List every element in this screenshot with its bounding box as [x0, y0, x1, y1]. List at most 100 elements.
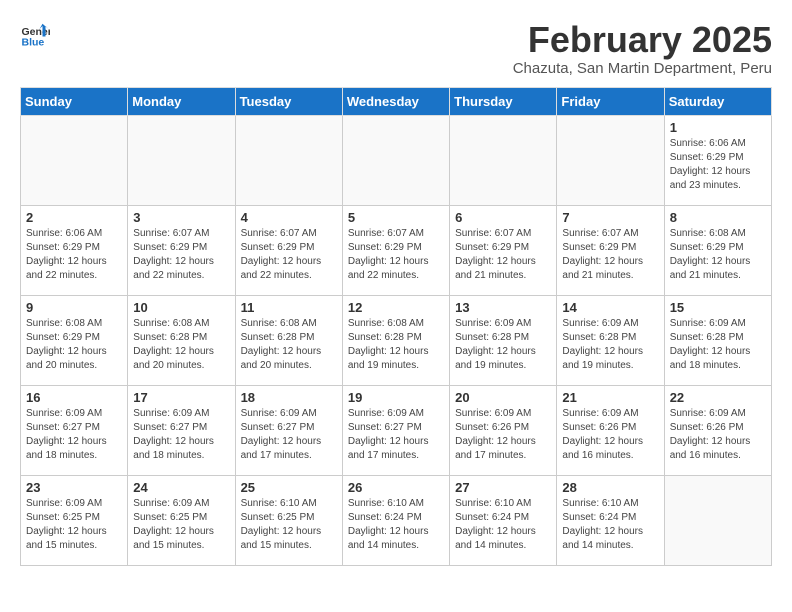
calendar-cell-w2-d3: 12Sunrise: 6:08 AM Sunset: 6:28 PM Dayli…: [342, 295, 449, 385]
day-number: 28: [562, 480, 658, 495]
day-info: Sunrise: 6:09 AM Sunset: 6:28 PM Dayligh…: [562, 317, 658, 373]
day-number: 26: [348, 480, 444, 495]
day-number: 17: [133, 390, 229, 405]
day-number: 14: [562, 300, 658, 315]
calendar-cell-w0-d0: [21, 115, 128, 205]
calendar-cell-w2-d1: 10 Sunrise: 6:08 AM Sunset: 6:28 PM Dayli…: [128, 295, 235, 385]
logo: General Blue: [20, 20, 50, 50]
calendar-cell-w2-d4: 13Sunrise: 6:09 AM Sunset: 6:28 PM Dayli…: [450, 295, 557, 385]
col-thursday: Thursday: [450, 87, 557, 115]
day-number: 27: [455, 480, 551, 495]
day-number: 16: [26, 390, 122, 405]
day-info: Sunrise: 6:10 AM Sunset: 6:25 PM Dayligh…: [241, 497, 337, 553]
day-info: Sunrise: 6:09 AM Sunset: 6:27 PM Dayligh…: [133, 407, 229, 463]
calendar-cell-w3-d2: 18 Sunrise: 6:09 AM Sunset: 6:27 PM Dayli…: [235, 385, 342, 475]
calendar-cell-w4-d3: 26 Sunrise: 6:10 AM Sunset: 6:24 PM Dayli…: [342, 475, 449, 565]
day-number: 23: [26, 480, 122, 495]
calendar-cell-w4-d1: 24 Sunrise: 6:09 AM Sunset: 6:25 PM Dayli…: [128, 475, 235, 565]
calendar-cell-w1-d0: 2Sunrise: 6:06 AM Sunset: 6:29 PM Daylig…: [21, 205, 128, 295]
day-info: Sunrise: 6:09 AM Sunset: 6:26 PM Dayligh…: [562, 407, 658, 463]
day-info: Sunrise: 6:07 AM Sunset: 6:29 PM Dayligh…: [133, 227, 229, 283]
calendar-week-1: 2Sunrise: 6:06 AM Sunset: 6:29 PM Daylig…: [21, 205, 772, 295]
day-info: Sunrise: 6:07 AM Sunset: 6:29 PM Dayligh…: [455, 227, 551, 283]
calendar-cell-w4-d0: 23 Sunrise: 6:09 AM Sunset: 6:25 PM Dayli…: [21, 475, 128, 565]
calendar-subtitle: Chazuta, San Martin Department, Peru: [513, 60, 772, 77]
calendar-cell-w2-d0: 9 Sunrise: 6:08 AM Sunset: 6:29 PM Daylig…: [21, 295, 128, 385]
calendar-week-3: 16 Sunrise: 6:09 AM Sunset: 6:27 PM Dayli…: [21, 385, 772, 475]
day-info: Sunrise: 6:08 AM Sunset: 6:29 PM Dayligh…: [26, 317, 122, 373]
day-number: 10: [133, 300, 229, 315]
day-info: Sunrise: 6:09 AM Sunset: 6:28 PM Dayligh…: [455, 317, 551, 373]
header: General Blue February 2025 Chazuta, San …: [20, 20, 772, 77]
calendar-week-0: 1 Sunrise: 6:06 AM Sunset: 6:29 PM Daylig…: [21, 115, 772, 205]
day-number: 22: [670, 390, 766, 405]
day-info: Sunrise: 6:08 AM Sunset: 6:28 PM Dayligh…: [133, 317, 229, 373]
calendar-cell-w4-d2: 25Sunrise: 6:10 AM Sunset: 6:25 PM Dayli…: [235, 475, 342, 565]
calendar-cell-w0-d6: 1 Sunrise: 6:06 AM Sunset: 6:29 PM Daylig…: [664, 115, 771, 205]
day-info: Sunrise: 6:07 AM Sunset: 6:29 PM Dayligh…: [241, 227, 337, 283]
day-info: Sunrise: 6:09 AM Sunset: 6:26 PM Dayligh…: [455, 407, 551, 463]
calendar-cell-w4-d4: 27 Sunrise: 6:10 AM Sunset: 6:24 PM Dayli…: [450, 475, 557, 565]
day-info: Sunrise: 6:08 AM Sunset: 6:29 PM Dayligh…: [670, 227, 766, 283]
day-info: Sunrise: 6:09 AM Sunset: 6:25 PM Dayligh…: [26, 497, 122, 553]
day-info: Sunrise: 6:06 AM Sunset: 6:29 PM Dayligh…: [670, 137, 766, 193]
day-info: Sunrise: 6:10 AM Sunset: 6:24 PM Dayligh…: [348, 497, 444, 553]
calendar-cell-w3-d3: 19Sunrise: 6:09 AM Sunset: 6:27 PM Dayli…: [342, 385, 449, 475]
calendar-cell-w3-d6: 22 Sunrise: 6:09 AM Sunset: 6:26 PM Dayli…: [664, 385, 771, 475]
day-info: Sunrise: 6:09 AM Sunset: 6:27 PM Dayligh…: [26, 407, 122, 463]
day-info: Sunrise: 6:07 AM Sunset: 6:29 PM Dayligh…: [348, 227, 444, 283]
day-info: Sunrise: 6:08 AM Sunset: 6:28 PM Dayligh…: [348, 317, 444, 373]
calendar-title: February 2025: [513, 20, 772, 60]
calendar-cell-w2-d5: 14 Sunrise: 6:09 AM Sunset: 6:28 PM Dayli…: [557, 295, 664, 385]
day-info: Sunrise: 6:09 AM Sunset: 6:28 PM Dayligh…: [670, 317, 766, 373]
day-number: 9: [26, 300, 122, 315]
calendar-cell-w0-d2: [235, 115, 342, 205]
calendar-cell-w0-d4: [450, 115, 557, 205]
day-number: 7: [562, 210, 658, 225]
logo-icon: General Blue: [20, 20, 50, 50]
day-number: 4: [241, 210, 337, 225]
day-number: 20: [455, 390, 551, 405]
day-number: 3: [133, 210, 229, 225]
calendar-cell-w4-d6: [664, 475, 771, 565]
day-info: Sunrise: 6:09 AM Sunset: 6:26 PM Dayligh…: [670, 407, 766, 463]
col-wednesday: Wednesday: [342, 87, 449, 115]
calendar-week-4: 23 Sunrise: 6:09 AM Sunset: 6:25 PM Dayli…: [21, 475, 772, 565]
calendar-cell-w1-d2: 4 Sunrise: 6:07 AM Sunset: 6:29 PM Daylig…: [235, 205, 342, 295]
day-info: Sunrise: 6:06 AM Sunset: 6:29 PM Dayligh…: [26, 227, 122, 283]
calendar-cell-w4-d5: 28 Sunrise: 6:10 AM Sunset: 6:24 PM Dayli…: [557, 475, 664, 565]
calendar-cell-w0-d3: [342, 115, 449, 205]
day-number: 8: [670, 210, 766, 225]
calendar-week-2: 9 Sunrise: 6:08 AM Sunset: 6:29 PM Daylig…: [21, 295, 772, 385]
day-info: Sunrise: 6:10 AM Sunset: 6:24 PM Dayligh…: [455, 497, 551, 553]
day-number: 1: [670, 120, 766, 135]
col-saturday: Saturday: [664, 87, 771, 115]
calendar-cell-w1-d1: 3 Sunrise: 6:07 AM Sunset: 6:29 PM Daylig…: [128, 205, 235, 295]
svg-text:Blue: Blue: [22, 37, 45, 49]
calendar-cell-w1-d3: 5 Sunrise: 6:07 AM Sunset: 6:29 PM Daylig…: [342, 205, 449, 295]
calendar-cell-w0-d5: [557, 115, 664, 205]
day-number: 11: [241, 300, 337, 315]
day-info: Sunrise: 6:09 AM Sunset: 6:25 PM Dayligh…: [133, 497, 229, 553]
day-number: 18: [241, 390, 337, 405]
day-info: Sunrise: 6:10 AM Sunset: 6:24 PM Dayligh…: [562, 497, 658, 553]
calendar-cell-w3-d5: 21 Sunrise: 6:09 AM Sunset: 6:26 PM Dayli…: [557, 385, 664, 475]
calendar-cell-w1-d6: 8 Sunrise: 6:08 AM Sunset: 6:29 PM Daylig…: [664, 205, 771, 295]
day-number: 5: [348, 210, 444, 225]
day-number: 24: [133, 480, 229, 495]
col-monday: Monday: [128, 87, 235, 115]
calendar-cell-w1-d5: 7Sunrise: 6:07 AM Sunset: 6:29 PM Daylig…: [557, 205, 664, 295]
day-info: Sunrise: 6:08 AM Sunset: 6:28 PM Dayligh…: [241, 317, 337, 373]
day-number: 15: [670, 300, 766, 315]
calendar-cell-w1-d4: 6Sunrise: 6:07 AM Sunset: 6:29 PM Daylig…: [450, 205, 557, 295]
calendar-cell-w3-d4: 20 Sunrise: 6:09 AM Sunset: 6:26 PM Dayli…: [450, 385, 557, 475]
day-number: 21: [562, 390, 658, 405]
calendar-cell-w3-d0: 16 Sunrise: 6:09 AM Sunset: 6:27 PM Dayli…: [21, 385, 128, 475]
title-area: February 2025 Chazuta, San Martin Depart…: [513, 20, 772, 77]
calendar-cell-w0-d1: [128, 115, 235, 205]
day-number: 19: [348, 390, 444, 405]
calendar-cell-w2-d2: 11 Sunrise: 6:08 AM Sunset: 6:28 PM Dayli…: [235, 295, 342, 385]
day-info: Sunrise: 6:09 AM Sunset: 6:27 PM Dayligh…: [241, 407, 337, 463]
calendar-header-row: Sunday Monday Tuesday Wednesday Thursday…: [21, 87, 772, 115]
col-tuesday: Tuesday: [235, 87, 342, 115]
